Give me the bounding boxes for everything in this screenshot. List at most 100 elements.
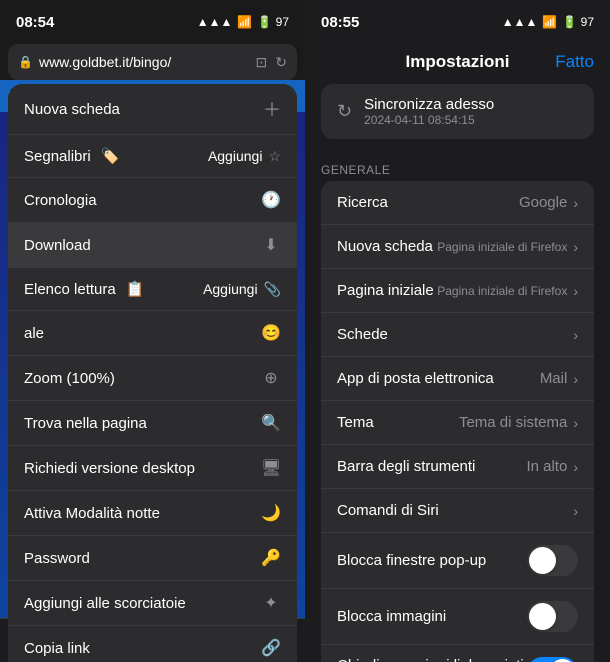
settings-item-siri[interactable]: Comandi di Siri › xyxy=(321,489,594,533)
settings-item-ricerca[interactable]: Ricerca Google › xyxy=(321,181,594,225)
battery-icon: 🔋 97 xyxy=(257,15,289,29)
reading-icon: 📋 xyxy=(126,280,145,298)
wifi-icon-right: 📶 xyxy=(542,15,557,29)
settings-item-popup[interactable]: Blocca finestre pop-up xyxy=(321,533,594,589)
chevron-icon: › xyxy=(573,327,578,343)
menu-item-zoom[interactable]: Zoom (100%) ⊕ xyxy=(8,356,297,401)
nuova-scheda-label: Nuova scheda xyxy=(337,238,433,255)
sync-section[interactable]: ↻ Sincronizza adesso 2024-04-11 08:54:15 xyxy=(321,84,594,139)
right-header: Impostazioni Fatto xyxy=(305,44,610,84)
menu-item-notte[interactable]: Attiva Modalità notte 🌙 xyxy=(8,491,297,536)
password-label: Password xyxy=(24,550,90,567)
url-text: www.goldbet.it/bingo/ xyxy=(39,54,250,70)
url-bar[interactable]: 🔒 www.goldbet.it/bingo/ ⊡ ↻ xyxy=(8,44,297,80)
settings-item-tema[interactable]: Tema Tema di sistema › xyxy=(321,401,594,445)
left-time: 08:54 xyxy=(16,14,54,31)
copy-icon[interactable]: ⊡ xyxy=(256,54,268,71)
person-icon: 😊 xyxy=(261,323,281,343)
download-label: Download xyxy=(24,237,91,254)
signal-icon-right: ▲▲▲ xyxy=(502,15,538,29)
menu-item-scorciatoie[interactable]: Aggiungi alle scorciatoie ✦ xyxy=(8,581,297,626)
segnalibri-label: Segnalibri xyxy=(24,148,91,165)
nueva-scheda-label: Nuova scheda xyxy=(24,101,120,118)
menu-item-download[interactable]: Download ⬇ xyxy=(8,223,297,268)
settings-item-schede[interactable]: Schede › xyxy=(321,313,594,357)
link-copiati-right xyxy=(527,657,578,662)
settings-item-link-copiati[interactable]: Chiedi se aprire i link copiati All'aper… xyxy=(321,645,594,662)
siri-label: Comandi di Siri xyxy=(337,502,439,519)
ale-label: ale xyxy=(24,325,44,342)
menu-item-desktop[interactable]: Richiedi versione desktop 🖥 xyxy=(8,446,297,491)
zoom-label: Zoom (100%) xyxy=(24,370,115,387)
menu-item-ale[interactable]: ale 😊 xyxy=(8,311,297,356)
moon-icon: 🌙 xyxy=(261,503,281,523)
section-generale: GENERALE xyxy=(305,155,610,181)
posta-label: App di posta elettronica xyxy=(337,370,494,387)
settings-item-posta[interactable]: App di posta elettronica Mail › xyxy=(321,357,594,401)
battery-icon-right: 🔋 97 xyxy=(562,15,594,29)
right-time: 08:55 xyxy=(321,14,359,31)
posta-right: Mail › xyxy=(540,370,578,387)
settings-title: Impostazioni xyxy=(406,52,510,72)
tema-right: Tema di sistema › xyxy=(459,414,578,431)
lock-icon: 🔒 xyxy=(18,55,33,69)
pagina-iniziale-value: Pagina iniziale di Firefox xyxy=(437,284,567,298)
menu-item-segnalibri[interactable]: Segnalibri 🏷️ Aggiungi ☆ xyxy=(8,135,297,178)
plus-icon: ＋ xyxy=(263,96,281,122)
menu-item-nueva-scheda[interactable]: Nuova scheda ＋ xyxy=(8,84,297,135)
elenco-left: Elenco lettura 📋 xyxy=(24,280,144,298)
barra-right: In alto › xyxy=(526,458,578,475)
url-icons: ⊡ ↻ xyxy=(256,54,287,71)
settings-group-generale: Ricerca Google › Nuova scheda Pagina ini… xyxy=(321,181,594,662)
immagini-label: Blocca immagini xyxy=(337,608,446,625)
pagina-iniziale-label: Pagina iniziale xyxy=(337,282,434,299)
menu-item-trova[interactable]: Trova nella pagina 🔍 xyxy=(8,401,297,446)
left-panel: 08:54 ▲▲▲ 📶 🔋 97 🔒 www.goldbet.it/bingo/… xyxy=(0,0,305,662)
scorciatoie-label: Aggiungi alle scorciatoie xyxy=(24,595,186,612)
fatto-button[interactable]: Fatto xyxy=(555,52,594,72)
link-copiati-label: Chiedi se aprire i link copiati xyxy=(337,657,524,662)
link-copiati-toggle[interactable] xyxy=(527,657,578,662)
right-status-bar: 08:55 ▲▲▲ 📶 🔋 97 xyxy=(305,0,610,44)
right-panel: 08:55 ▲▲▲ 📶 🔋 97 Impostazioni Fatto ↻ Si… xyxy=(305,0,610,662)
immagini-toggle[interactable] xyxy=(527,601,578,632)
trova-label: Trova nella pagina xyxy=(24,415,147,432)
immagini-right xyxy=(527,601,578,632)
barra-label: Barra degli strumenti xyxy=(337,458,475,475)
dropdown-overlay: Nuova scheda ＋ Segnalibri 🏷️ Aggiungi ☆ … xyxy=(0,80,305,662)
cronologia-left: Cronologia xyxy=(24,192,97,209)
settings-item-nuova-scheda[interactable]: Nuova scheda Pagina iniziale di Firefox … xyxy=(321,225,594,269)
chevron-icon: › xyxy=(573,195,578,211)
ricerca-value: Google xyxy=(519,194,567,211)
elenco-label: Elenco lettura xyxy=(24,281,116,298)
menu-item-password[interactable]: Password 🔑 xyxy=(8,536,297,581)
settings-item-immagini[interactable]: Blocca immagini xyxy=(321,589,594,645)
desktop-label: Richiedi versione desktop xyxy=(24,460,195,477)
bookmark-icon: 🏷️ xyxy=(101,147,120,165)
settings-item-barra[interactable]: Barra degli strumenti In alto › xyxy=(321,445,594,489)
menu-item-elenco-lettura[interactable]: Elenco lettura 📋 Aggiungi 📎 xyxy=(8,268,297,311)
copia-link-label: Copia link xyxy=(24,640,90,657)
barra-value: In alto xyxy=(526,458,567,475)
left-status-icons: ▲▲▲ 📶 🔋 97 xyxy=(197,15,289,29)
sync-icon: ↻ xyxy=(337,101,352,122)
segnalibri-left: Segnalibri 🏷️ xyxy=(24,147,119,165)
menu-item-copia-link[interactable]: Copia link 🔗 xyxy=(8,626,297,662)
dropdown-menu: Nuova scheda ＋ Segnalibri 🏷️ Aggiungi ☆ … xyxy=(8,84,297,662)
refresh-icon[interactable]: ↻ xyxy=(275,54,287,71)
menu-item-cronologia[interactable]: Cronologia 🕐 xyxy=(8,178,297,223)
popup-toggle[interactable] xyxy=(527,545,578,576)
posta-value: Mail xyxy=(540,370,568,387)
search-icon: 🔍 xyxy=(261,413,281,433)
nuova-scheda-right: Pagina iniziale di Firefox › xyxy=(437,239,578,255)
ricerca-right: Google › xyxy=(519,194,578,211)
segnalibri-right: Aggiungi ☆ xyxy=(208,148,281,165)
cronologia-label: Cronologia xyxy=(24,192,97,209)
signal-icon: ▲▲▲ xyxy=(197,15,233,29)
settings-item-pagina-iniziale[interactable]: Pagina iniziale Pagina iniziale di Firef… xyxy=(321,269,594,313)
ricerca-label: Ricerca xyxy=(337,194,388,211)
star-icon: ☆ xyxy=(268,148,281,165)
chevron-icon: › xyxy=(573,415,578,431)
tema-value: Tema di sistema xyxy=(459,414,567,431)
schede-right: › xyxy=(573,327,578,343)
